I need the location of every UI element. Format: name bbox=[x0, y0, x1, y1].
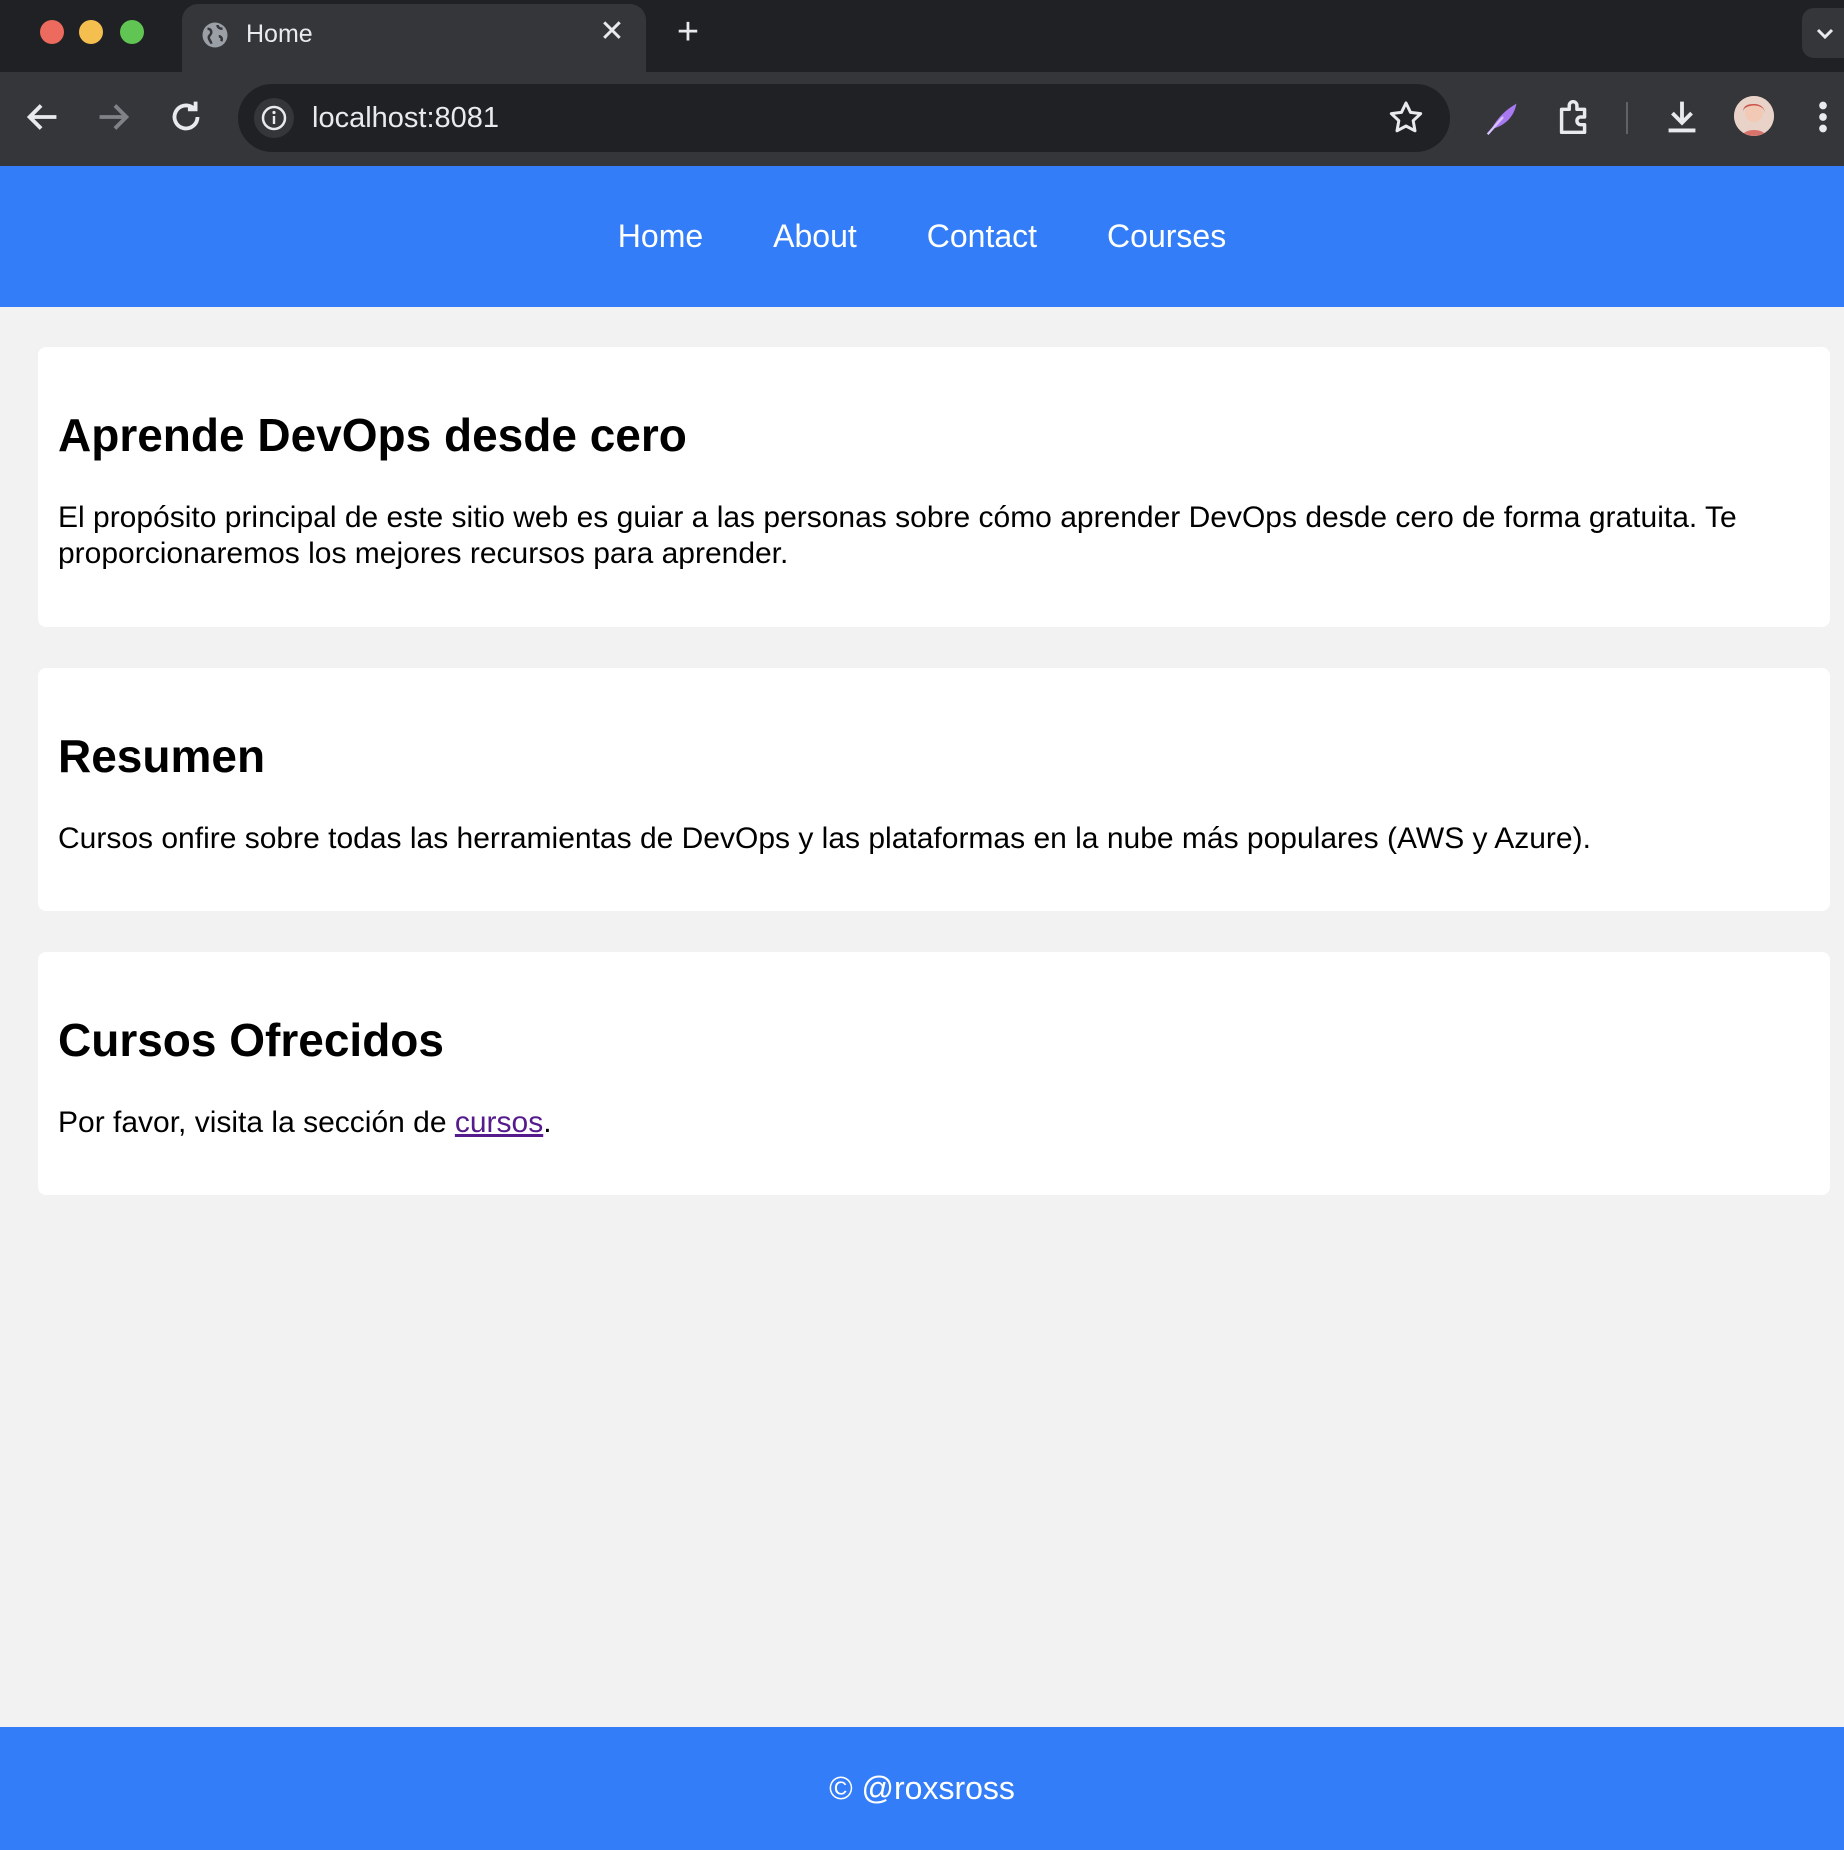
profile-picture-icon bbox=[1734, 96, 1774, 136]
intro-section: Aprende DevOps desde cero El propósito p… bbox=[38, 347, 1830, 627]
browser-chrome: Home ✕ + localhost:8081 bbox=[0, 0, 1844, 166]
site-footer: © @roxsross bbox=[0, 1727, 1844, 1850]
minimize-window-button[interactable] bbox=[79, 20, 103, 44]
extensions-puzzle-icon[interactable] bbox=[1552, 94, 1598, 140]
kebab-menu-icon[interactable] bbox=[1805, 94, 1841, 140]
site-info-icon bbox=[261, 105, 287, 131]
intro-heading: Aprende DevOps desde cero bbox=[58, 409, 687, 461]
feather-extension-icon[interactable] bbox=[1480, 94, 1526, 140]
url-text[interactable]: localhost:8081 bbox=[312, 102, 499, 135]
tab-title: Home bbox=[246, 20, 313, 48]
new-tab-button[interactable]: + bbox=[668, 12, 708, 52]
bookmark-star-icon[interactable] bbox=[1386, 98, 1426, 138]
tab-home[interactable]: Home ✕ bbox=[182, 4, 646, 72]
back-arrow-icon[interactable] bbox=[20, 94, 66, 140]
nav-link-home[interactable]: Home bbox=[618, 218, 703, 255]
address-bar[interactable]: localhost:8081 bbox=[238, 84, 1450, 152]
nav-link-contact[interactable]: Contact bbox=[927, 218, 1037, 255]
reload-icon[interactable] bbox=[163, 94, 209, 140]
courses-link[interactable]: cursos bbox=[455, 1106, 543, 1139]
close-tab-icon[interactable]: ✕ bbox=[596, 16, 628, 48]
globe-icon bbox=[202, 22, 228, 48]
tab-strip: Home ✕ + bbox=[0, 0, 1844, 72]
courses-offered-paragraph: Por favor, visita la sección de cursos. bbox=[58, 1105, 1810, 1142]
maximize-window-button[interactable] bbox=[120, 20, 144, 44]
tab-search-button[interactable] bbox=[1802, 8, 1844, 58]
summary-heading: Resumen bbox=[58, 730, 266, 782]
profile-avatar[interactable] bbox=[1734, 96, 1774, 136]
courses-offered-heading: Cursos Ofrecidos bbox=[58, 1014, 444, 1066]
courses-text-after: . bbox=[543, 1105, 552, 1139]
nav-link-about[interactable]: About bbox=[773, 218, 857, 255]
summary-paragraph: Cursos onfire sobre todas las herramient… bbox=[58, 821, 1591, 855]
site-info-button[interactable] bbox=[254, 98, 294, 138]
intro-paragraph: El propósito principal de este sitio web… bbox=[58, 500, 1737, 571]
summary-section: Resumen Cursos onfire sobre todas las he… bbox=[38, 668, 1830, 911]
toolbar-divider bbox=[1626, 102, 1628, 134]
courses-text-before: Por favor, visita la sección de bbox=[58, 1105, 455, 1139]
nav-link-courses[interactable]: Courses bbox=[1107, 218, 1226, 255]
site-navigation: Home About Contact Courses bbox=[0, 166, 1844, 307]
browser-toolbar: localhost:8081 bbox=[0, 72, 1844, 166]
forward-arrow-icon[interactable] bbox=[90, 94, 136, 140]
footer-copyright: © @roxsross bbox=[829, 1770, 1015, 1806]
close-window-button[interactable] bbox=[40, 20, 64, 44]
tab-search-chevron-icon bbox=[1816, 28, 1834, 40]
courses-offered-section: Cursos Ofrecidos Por favor, visita la se… bbox=[38, 952, 1830, 1195]
download-icon[interactable] bbox=[1659, 94, 1705, 140]
